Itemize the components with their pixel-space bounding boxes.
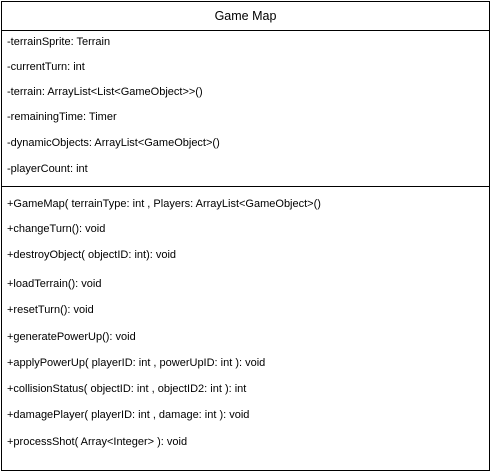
method-load-terrain: +loadTerrain(): void bbox=[7, 278, 102, 290]
method-game-map-constructor: +GameMap( terrainType: int , Players: Ar… bbox=[7, 198, 321, 210]
methods-compartment: +GameMap( terrainType: int , Players: Ar… bbox=[2, 187, 489, 470]
attribute-player-count: -playerCount: int bbox=[7, 163, 88, 175]
class-header: Game Map bbox=[2, 2, 489, 31]
method-damage-player: +damagePlayer( playerID: int , damage: i… bbox=[7, 409, 250, 421]
attribute-dynamic-objects: -dynamicObjects: ArrayList<GameObject>() bbox=[7, 137, 220, 149]
method-apply-power-up: +applyPowerUp( playerID: int , powerUpID… bbox=[7, 357, 266, 369]
class-name: Game Map bbox=[214, 8, 277, 23]
attribute-remaining-time: -remainingTime: Timer bbox=[7, 111, 117, 123]
method-process-shot: +processShot( Array<Integer> ): void bbox=[7, 436, 188, 448]
method-change-turn: +changeTurn(): void bbox=[7, 223, 106, 235]
attribute-terrain-sprite: -terrainSprite: Terrain bbox=[7, 36, 111, 48]
method-collision-status: +collisionStatus( objectID: int , object… bbox=[7, 383, 247, 395]
attribute-terrain: -terrain: ArrayList<List<GameObject>>() bbox=[7, 86, 203, 98]
method-destroy-object: +destroyObject( objectID: int): void bbox=[7, 249, 177, 261]
uml-class-box: Game Map -terrainSprite: Terrain -curren… bbox=[1, 1, 490, 471]
method-reset-turn: +resetTurn(): void bbox=[7, 304, 94, 316]
method-generate-power-up: +generatePowerUp(): void bbox=[7, 331, 136, 343]
attributes-compartment: -terrainSprite: Terrain -currentTurn: in… bbox=[2, 31, 489, 187]
attribute-current-turn: -currentTurn: int bbox=[7, 61, 85, 73]
